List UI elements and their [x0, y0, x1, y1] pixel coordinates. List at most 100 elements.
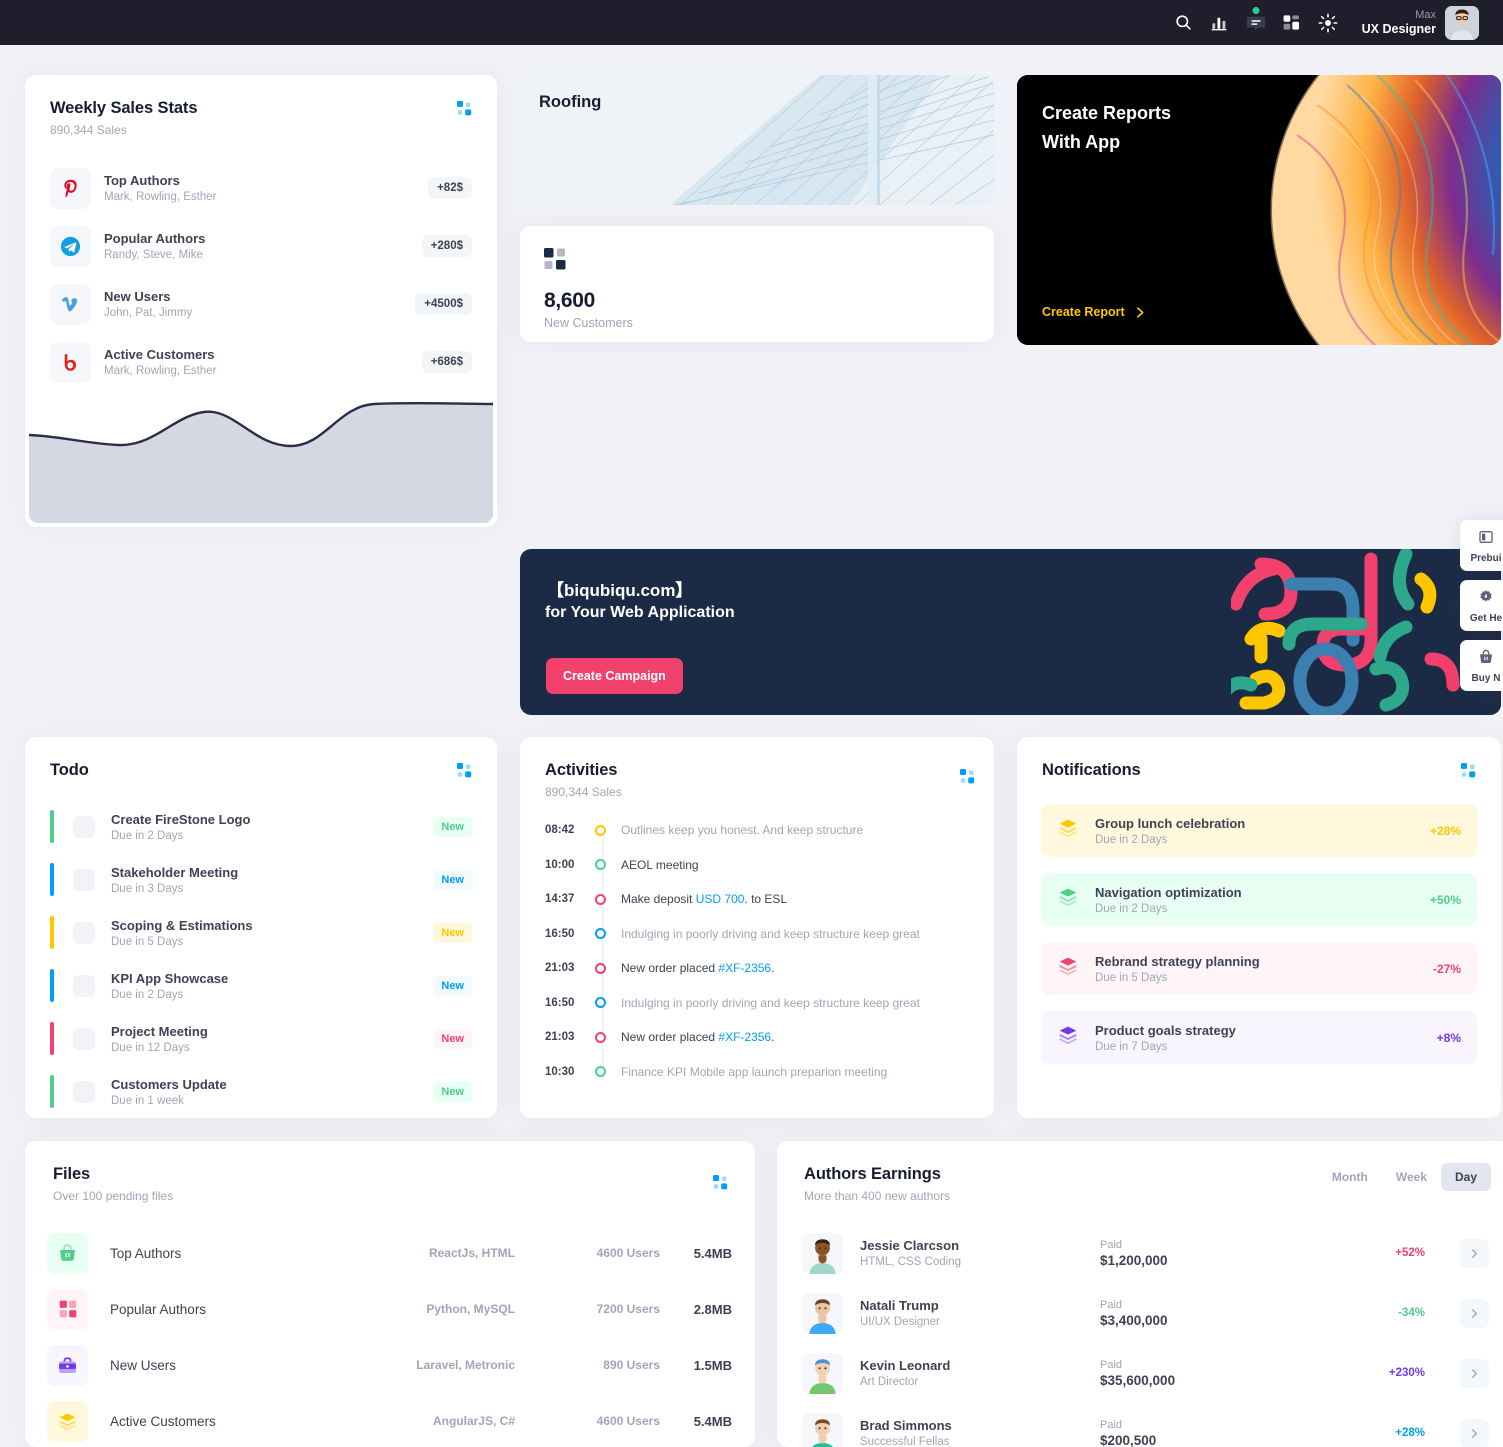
file-users: 890 Users — [515, 1358, 660, 1372]
todo-checkbox[interactable] — [73, 1028, 95, 1050]
reports-heading: Create Reports With App — [1042, 99, 1171, 157]
period-segmented-control[interactable]: MonthWeekDay — [1318, 1163, 1491, 1191]
table-row[interactable]: Active CustomersAngularJS, C#4600 Users5… — [25, 1393, 755, 1447]
list-item[interactable]: Project MeetingDue in 12 DaysNew — [25, 1012, 497, 1065]
activity-item[interactable]: 08:42Outlines keep you honest. And keep … — [520, 813, 994, 848]
list-item[interactable]: KPI App ShowcaseDue in 2 DaysNew — [25, 959, 497, 1012]
avatar[interactable] — [1445, 6, 1479, 40]
activity-text: Indulging in poorly driving and keep str… — [621, 927, 920, 941]
row-title: Active Customers — [104, 347, 422, 362]
card-menu-icon[interactable] — [960, 769, 976, 785]
card-menu-icon[interactable] — [713, 1175, 729, 1191]
table-row[interactable]: Top AuthorsReactJs, HTML4600 Users5.4MB — [25, 1225, 755, 1281]
todo-due-text: Due in 5 Days — [111, 936, 433, 948]
table-row[interactable]: Popular Authors Randy, Steve, Mike +280$ — [25, 217, 497, 275]
bar-chart-icon[interactable] — [1202, 5, 1238, 41]
table-row[interactable]: New UsersLaravel, Metronic890 Users1.5MB — [25, 1337, 755, 1393]
activity-item[interactable]: 10:30Finance KPI Mobile app launch prepa… — [520, 1055, 994, 1090]
list-item[interactable]: Create FireStone LogoDue in 2 DaysNew — [25, 800, 497, 853]
todo-checkbox[interactable] — [73, 816, 95, 838]
chevron-right-icon[interactable] — [1460, 1359, 1489, 1388]
card-menu-icon[interactable] — [457, 763, 473, 779]
files-title: Files — [53, 1165, 730, 1184]
row-value: +4500$ — [415, 293, 472, 315]
dashboard-row-three: Files Over 100 pending files Top Authors… — [25, 1141, 1478, 1447]
list-item[interactable]: Scoping & EstimationsDue in 5 DaysNew — [25, 906, 497, 959]
new-customers-label: New Customers — [544, 316, 970, 330]
todo-due-text: Due in 12 Days — [111, 1042, 433, 1054]
table-row[interactable]: Kevin LeonardArt DirectorPaid$35,600,000… — [777, 1343, 1503, 1403]
reports-line2: With App — [1042, 128, 1171, 157]
table-row[interactable]: Popular AuthorsPython, MySQL7200 Users2.… — [25, 1281, 755, 1337]
activity-text: New order placed #XF-2356. — [621, 961, 774, 975]
create-report-link[interactable]: Create Report — [1042, 305, 1147, 319]
table-row[interactable]: Natali TrumpUI/UX DesignerPaid$3,400,000… — [777, 1283, 1503, 1343]
row-people: Randy, Steve, Mike — [104, 249, 422, 261]
card-menu-icon[interactable] — [1461, 763, 1477, 779]
file-name: Popular Authors — [110, 1302, 340, 1317]
layers-icon — [1057, 817, 1079, 844]
create-report-label: Create Report — [1042, 305, 1125, 319]
notification-item[interactable]: Rebrand strategy planningDue in 5 Days-2… — [1041, 942, 1477, 995]
status-badge: New — [433, 976, 472, 996]
table-row[interactable]: Jessie ClarcsonHTML, CSS CodingPaid$1,20… — [777, 1223, 1503, 1283]
activity-item[interactable]: 21:03New order placed #XF-2356. — [520, 1020, 994, 1055]
weekly-sales-card: Weekly Sales Stats 890,344 Sales — [25, 75, 497, 527]
paid-amount: $35,600,000 — [1100, 1373, 1330, 1388]
todo-checkbox[interactable] — [73, 975, 95, 997]
todo-checkbox[interactable] — [73, 922, 95, 944]
files-subtitle: Over 100 pending files — [53, 1189, 730, 1203]
sun-icon[interactable] — [1310, 5, 1346, 41]
activity-link[interactable]: USD 700 — [696, 892, 745, 906]
file-name: Top Authors — [110, 1246, 340, 1261]
table-row[interactable]: Active Customers Mark, Rowling, Esther +… — [25, 333, 497, 391]
activity-item[interactable]: 10:00AEOL meeting — [520, 848, 994, 883]
notification-item[interactable]: Navigation optimizationDue in 2 Days+50% — [1041, 873, 1477, 926]
create-campaign-button[interactable]: Create Campaign — [546, 658, 683, 694]
activity-link[interactable]: #XF-2356 — [718, 1030, 771, 1044]
activity-time: 14:37 — [545, 893, 583, 905]
table-row[interactable]: Brad SimmonsSuccessful FellasPaid$200,50… — [777, 1403, 1503, 1447]
status-bar — [50, 1022, 54, 1055]
user-menu[interactable]: Max UX Designer — [1362, 6, 1479, 40]
row-title: New Users — [104, 289, 415, 304]
reports-line1: Create Reports — [1042, 99, 1171, 128]
notification-percent: +28% — [1430, 824, 1461, 838]
prebuilt-button[interactable]: Prebui — [1460, 520, 1503, 571]
activity-dot-icon — [595, 859, 606, 870]
activity-item[interactable]: 21:03New order placed #XF-2356. — [520, 951, 994, 986]
notification-item[interactable]: Product goals strategyDue in 7 Days+8% — [1041, 1011, 1477, 1064]
table-row[interactable]: New Users John, Pat, Jimmy +4500$ — [25, 275, 497, 333]
file-users: 4600 Users — [515, 1414, 660, 1428]
notification-percent: -27% — [1433, 962, 1461, 976]
table-row[interactable]: Top Authors Mark, Rowling, Esther +82$ — [25, 159, 497, 217]
segment-day[interactable]: Day — [1441, 1163, 1491, 1191]
chat-icon[interactable] — [1238, 5, 1274, 41]
search-icon[interactable] — [1166, 5, 1202, 41]
segment-week[interactable]: Week — [1382, 1163, 1441, 1191]
get-help-button[interactable]: Get He — [1460, 580, 1503, 631]
chevron-right-icon[interactable] — [1460, 1299, 1489, 1328]
activity-link[interactable]: #XF-2356 — [718, 961, 771, 975]
chevron-right-icon[interactable] — [1460, 1239, 1489, 1268]
card-menu-icon[interactable] — [457, 101, 473, 117]
grid-icon[interactable] — [1274, 5, 1310, 41]
user-role: UX Designer — [1362, 22, 1436, 36]
list-item[interactable]: Customers UpdateDue in 1 weekNew — [25, 1065, 497, 1118]
activity-item[interactable]: 16:50Indulging in poorly driving and kee… — [520, 917, 994, 952]
status-badge: New — [433, 1082, 472, 1102]
activity-dot-icon — [595, 963, 606, 974]
todo-checkbox[interactable] — [73, 869, 95, 891]
segment-month[interactable]: Month — [1318, 1163, 1382, 1191]
author-role: HTML, CSS Coding — [860, 1256, 1100, 1268]
todo-checkbox[interactable] — [73, 1081, 95, 1103]
roofing-card: Roofing — [520, 75, 994, 205]
chevron-right-icon[interactable] — [1460, 1419, 1489, 1447]
list-item[interactable]: Stakeholder MeetingDue in 3 DaysNew — [25, 853, 497, 906]
activity-item[interactable]: 16:50Indulging in poorly driving and kee… — [520, 986, 994, 1021]
notification-item[interactable]: Group lunch celebrationDue in 2 Days+28% — [1041, 804, 1477, 857]
activity-item[interactable]: 14:37Make deposit USD 700. to ESL — [520, 882, 994, 917]
row-value: +280$ — [422, 235, 472, 257]
buy-now-button[interactable]: Buy N — [1460, 640, 1503, 691]
create-reports-card[interactable]: Create Reports With App Create Report — [1017, 75, 1501, 345]
